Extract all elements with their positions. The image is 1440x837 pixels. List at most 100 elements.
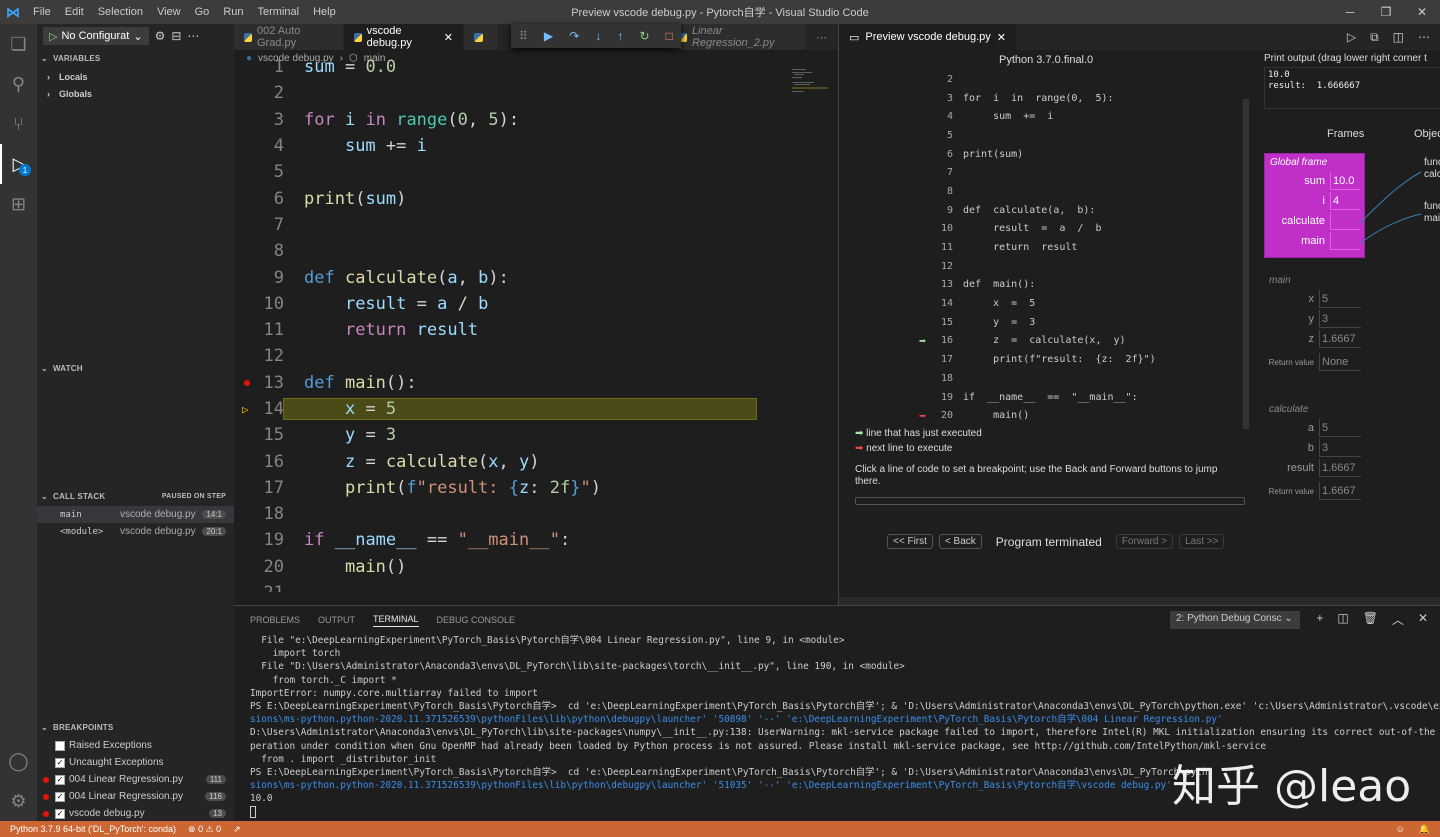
breakpoint-item[interactable]: ✓ Uncaught Exceptions [37, 754, 234, 771]
visualizer-line[interactable]: 13 def main(): [919, 276, 1249, 295]
panel-tab-problems[interactable]: PROBLEMS [250, 615, 300, 625]
globals-scope[interactable]: › Globals [37, 85, 234, 102]
code-line[interactable]: 11 return result [234, 317, 824, 343]
code-line[interactable]: 2 [234, 80, 824, 106]
code-line[interactable]: 7 [234, 212, 824, 238]
horizontal-scrollbar[interactable] [839, 597, 1440, 605]
visualizer-line[interactable]: 14 x = 5 [919, 294, 1249, 313]
menu-item-edit[interactable]: Edit [58, 6, 91, 18]
step-out-icon[interactable]: ↑ [617, 29, 623, 43]
visualizer-line[interactable]: 15 y = 3 [919, 313, 1249, 332]
menu-item-go[interactable]: Go [188, 6, 217, 18]
callstack-frame[interactable]: <module> vscode debug.py 20:1 [37, 523, 234, 540]
code-line[interactable]: 1 sum = 0.0 [234, 54, 824, 80]
menu-item-terminal[interactable]: Terminal [251, 6, 307, 18]
code-line[interactable]: 3 for i in range(0, 5): [234, 107, 824, 133]
editor-tab[interactable]: Linear Regression_2.py [669, 24, 807, 50]
continue-icon[interactable]: ▶ [544, 29, 553, 43]
step-slider[interactable] [855, 497, 1245, 505]
menu-item-selection[interactable]: Selection [91, 6, 150, 18]
code-line[interactable]: 12 [234, 343, 824, 369]
drag-handle-icon[interactable]: ⠿ [519, 29, 528, 43]
maximize-panel-icon[interactable]: ︿ [1392, 611, 1404, 628]
minimize-icon[interactable]: ─ [1332, 0, 1368, 24]
explorer-icon[interactable]: ❏ [0, 24, 37, 64]
split-terminal-icon[interactable]: ◫ [1337, 611, 1348, 628]
callstack-frame[interactable]: main vscode debug.py 14:1 [37, 506, 234, 523]
breakpoint-item[interactable]: Raised Exceptions [37, 737, 234, 754]
forward-button[interactable]: Forward > [1115, 534, 1174, 549]
code-line[interactable]: ▷ 14 x = 5 [234, 396, 824, 422]
panel-tab-debug-console[interactable]: DEBUG CONSOLE [437, 615, 516, 625]
variables-header[interactable]: ⌄ VARIABLES [37, 48, 234, 68]
visualizer-line[interactable]: 17 print(f"result: {z: 2f}") [919, 350, 1249, 369]
visualizer-line[interactable]: 8 [919, 182, 1249, 201]
code-line[interactable]: 10 result = a / b [234, 291, 824, 317]
code-line[interactable]: 6 print(sum) [234, 185, 824, 211]
back-button[interactable]: < Back [938, 534, 982, 549]
code-line[interactable]: 4 sum += i [234, 133, 824, 159]
account-icon[interactable]: ◯ [0, 741, 37, 781]
code-lines[interactable]: 1 sum = 0.0 2 3 for i in range(0, 5): 4 sum +… [234, 54, 824, 592]
bell-icon[interactable]: 🔔 [1419, 824, 1430, 835]
panel-tab-terminal[interactable]: TERMINAL [373, 614, 419, 627]
problems-count[interactable]: ⊗ 0 ⚠ 0 [188, 824, 221, 835]
code-line[interactable]: 13 def main(): [234, 370, 824, 396]
breakpoint-checkbox[interactable]: ✓ [55, 757, 65, 768]
code-line[interactable]: 18 [234, 501, 824, 527]
visualizer-line[interactable]: 3 for i in range(0, 5): [919, 89, 1249, 108]
more-icon[interactable]: ⋯ [187, 29, 199, 43]
menu-item-help[interactable]: Help [306, 6, 343, 18]
visualizer-line[interactable]: 12 [919, 257, 1249, 276]
editor-tab[interactable]: 002 Auto Grad.py [234, 24, 344, 50]
gear-icon[interactable]: ⚙ [155, 29, 166, 43]
more-icon[interactable]: ⋯ [1418, 30, 1430, 44]
first-button[interactable]: << First [887, 534, 933, 549]
step-over-icon[interactable]: ↷ [569, 29, 579, 43]
restore-icon[interactable]: ❐ [1368, 0, 1404, 24]
editor-tab[interactable]: vscode debug.py ✕ [343, 24, 465, 50]
visualizer-line[interactable]: 19 if __name__ == "__main__": [919, 388, 1249, 407]
code-line[interactable]: 9 def calculate(a, b): [234, 264, 824, 290]
vertical-scrollbar[interactable] [1243, 99, 1249, 429]
menu-item-file[interactable]: File [26, 6, 58, 18]
restart-icon[interactable]: ↻ [640, 29, 650, 43]
gear-icon[interactable]: ⚙ [0, 781, 37, 821]
breakpoint-item[interactable]: ✓ 004 Linear Regression.py 116 [37, 788, 234, 805]
stop-icon[interactable]: □ [666, 29, 673, 43]
minimap[interactable] [792, 67, 828, 107]
code-line[interactable]: 5 [234, 159, 824, 185]
visualizer-line[interactable]: ➡ 20 main() [919, 406, 1249, 425]
menu-item-view[interactable]: View [150, 6, 188, 18]
close-icon[interactable]: ✕ [444, 31, 453, 44]
visualizer-line[interactable]: 5 [919, 126, 1249, 145]
watch-header[interactable]: ⌄ WATCH [37, 358, 234, 378]
close-icon[interactable]: ✕ [1404, 0, 1440, 24]
visualizer-line[interactable]: ➡ 16 z = calculate(x, y) [919, 332, 1249, 351]
last-button[interactable]: Last >> [1179, 534, 1225, 549]
visualizer-code[interactable]: 2 3 for i in range(0, 5): 4 sum += i 5 6 print… [919, 70, 1249, 425]
trash-icon[interactable]: 🗑 [1363, 611, 1378, 628]
visualizer-line[interactable]: 7 [919, 163, 1249, 182]
run-icon[interactable]: ▷ [1347, 30, 1356, 44]
step-into-icon[interactable]: ↓ [595, 29, 601, 43]
print-output[interactable]: 10.0 result: 1.666667 [1264, 67, 1440, 109]
python-interpreter[interactable]: Python 3.7.9 64-bit ('DL_PyTorch': conda… [10, 824, 176, 834]
code-line[interactable]: 17 print(f"result: {z: 2f}") [234, 475, 824, 501]
search-icon[interactable]: ⚲ [0, 64, 37, 104]
code-line[interactable]: 20 main() [234, 554, 824, 580]
menu-item-run[interactable]: Run [216, 6, 250, 18]
split-editor-icon[interactable]: ◫ [1393, 30, 1404, 44]
editor-tab[interactable] [464, 24, 500, 50]
live-share-icon[interactable]: ⇗ [233, 824, 241, 835]
visualizer-line[interactable]: 4 sum += i [919, 107, 1249, 126]
feedback-icon[interactable]: ☺ [1396, 824, 1405, 835]
new-terminal-icon[interactable]: + [1316, 611, 1323, 628]
visualizer-line[interactable]: 11 return result [919, 238, 1249, 257]
breakpoint-item[interactable]: ✓ 004 Linear Regression.py 111 [37, 771, 234, 788]
code-line[interactable]: 8 [234, 238, 824, 264]
close-icon[interactable]: ✕ [997, 31, 1006, 44]
code-line[interactable]: 15 y = 3 [234, 422, 824, 448]
run-debug-icon[interactable]: ▷ 1 [0, 144, 37, 184]
breakpoint-checkbox[interactable] [55, 740, 65, 751]
